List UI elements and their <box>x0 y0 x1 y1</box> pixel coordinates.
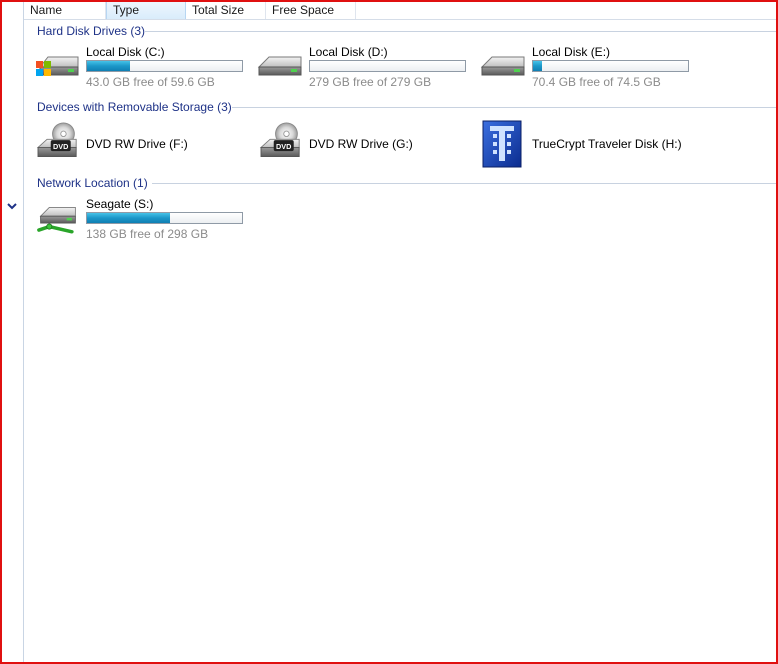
free-space-text: 43.0 GB free of 59.6 GB <box>86 75 215 89</box>
drive-name: DVD RW Drive (F:) <box>86 137 188 151</box>
hard-drive-icon <box>480 56 525 76</box>
group-header-removable-storage[interactable]: Devices with Removable Storage (3) <box>37 99 232 115</box>
navigation-pane[interactable] <box>2 2 24 662</box>
drive-name: TrueCrypt Traveler Disk (H:) <box>532 137 682 151</box>
capacity-bar-fill <box>533 61 542 71</box>
drive-name: Local Disk (D:) <box>309 45 388 59</box>
capacity-bar-fill <box>87 61 131 71</box>
group-divider <box>232 107 776 108</box>
capacity-bar <box>309 60 466 72</box>
capacity-bar-fill <box>87 213 171 223</box>
dvd-badge: DVD <box>276 142 291 151</box>
hard-drive-icon <box>257 56 302 76</box>
free-space-text: 70.4 GB free of 74.5 GB <box>532 75 661 89</box>
drive-name: Local Disk (E:) <box>532 45 611 59</box>
truecrypt-icon <box>482 120 522 168</box>
dvd-drive-icon: DVD <box>259 122 300 157</box>
group-divider <box>145 31 776 32</box>
capacity-bar <box>86 60 243 72</box>
windows-hard-drive-icon <box>36 56 79 76</box>
column-type[interactable]: Type <box>106 2 186 19</box>
network-drive-icon <box>37 207 76 234</box>
drive-name: Seagate (S:) <box>86 197 154 211</box>
group-header-network-location[interactable]: Network Location (1) <box>37 175 148 191</box>
group-divider <box>152 183 776 184</box>
dvd-badge: DVD <box>53 142 68 151</box>
dvd-drive-icon: DVD <box>36 122 77 157</box>
capacity-bar <box>532 60 689 72</box>
column-free-space[interactable]: Free Space <box>266 2 356 19</box>
drive-name: Local Disk (C:) <box>86 45 165 59</box>
chevron-down-icon[interactable] <box>5 199 19 213</box>
column-header: Name Type Total Size Free Space <box>24 2 776 20</box>
free-space-text: 138 GB free of 298 GB <box>86 227 209 241</box>
group-header-hard-disk-drives[interactable]: Hard Disk Drives (3) <box>37 23 145 39</box>
capacity-bar <box>86 212 243 224</box>
column-name[interactable]: Name <box>24 2 106 19</box>
column-total-size[interactable]: Total Size <box>186 2 266 19</box>
free-space-text: 279 GB free of 279 GB <box>309 75 432 89</box>
drive-name: DVD RW Drive (G:) <box>309 137 413 151</box>
